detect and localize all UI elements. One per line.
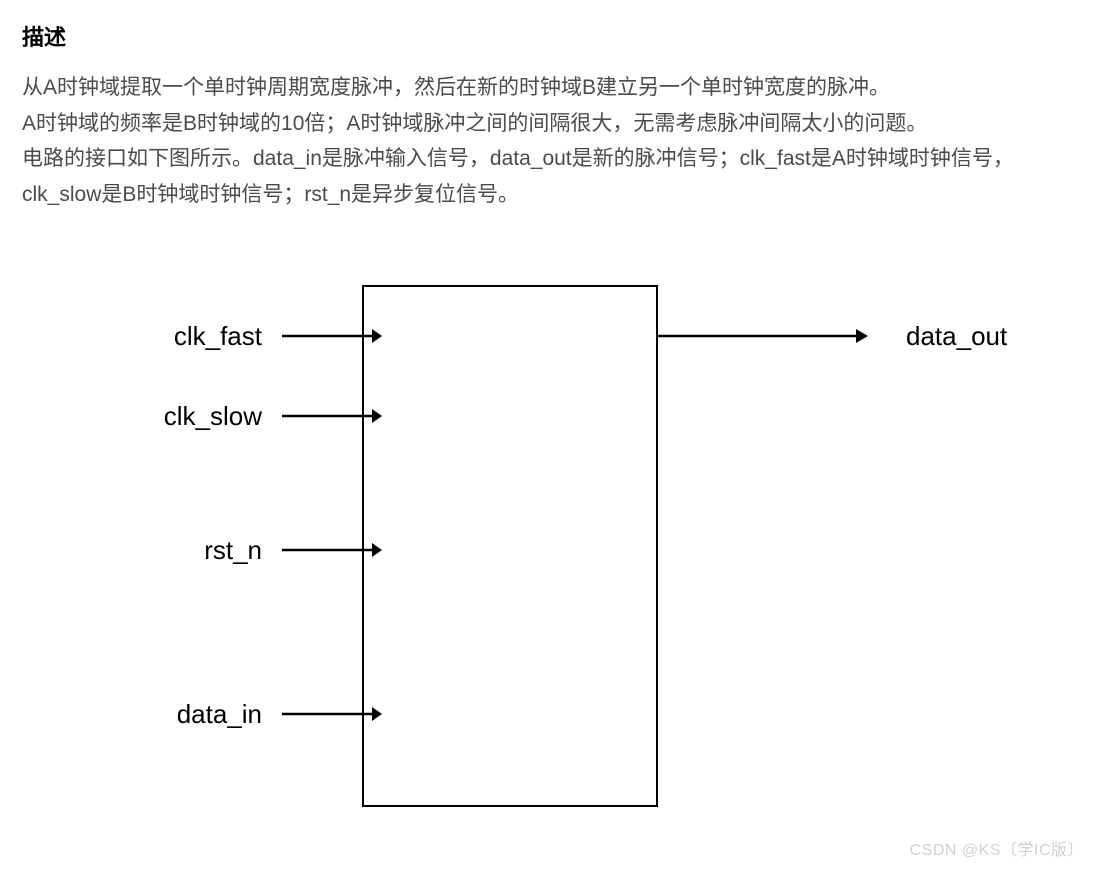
port-label-clk-fast: clk_fast [82,321,262,352]
description-line-3: 电路的接口如下图所示。data_in是脉冲输入信号，data_out是新的脉冲信… [22,147,1014,206]
port-clk-slow: clk_slow [82,401,382,432]
module-box [362,285,658,807]
section-heading: 描述 [22,20,1080,52]
arrow-right-icon [282,540,382,560]
port-data-in: data_in [82,699,382,730]
description-block: 从A时钟域提取一个单时钟周期宽度脉冲，然后在新的时钟域B建立另一个单时钟宽度的脉… [22,70,1080,213]
port-rst-n: rst_n [82,535,382,566]
arrow-right-icon [282,406,382,426]
port-label-rst-n: rst_n [82,535,262,566]
arrow-right-icon [658,326,868,346]
port-label-data-out: data_out [906,321,1007,352]
port-data-out: data_out [658,321,1007,352]
arrow-right-icon [282,704,382,724]
port-label-clk-slow: clk_slow [82,401,262,432]
port-clk-fast: clk_fast [82,321,382,352]
interface-diagram: clk_fast clk_slow rst_n data_in d [22,249,1080,809]
description-line-1: 从A时钟域提取一个单时钟周期宽度脉冲，然后在新的时钟域B建立另一个单时钟宽度的脉… [22,76,890,99]
port-label-data-in: data_in [82,699,262,730]
description-line-2: A时钟域的频率是B时钟域的10倍；A时钟域脉冲之间的间隔很大，无需考虑脉冲间隔太… [22,112,927,135]
watermark-text: CSDN @KS〔学IC版〕 [910,836,1084,860]
arrow-right-icon [282,326,382,346]
